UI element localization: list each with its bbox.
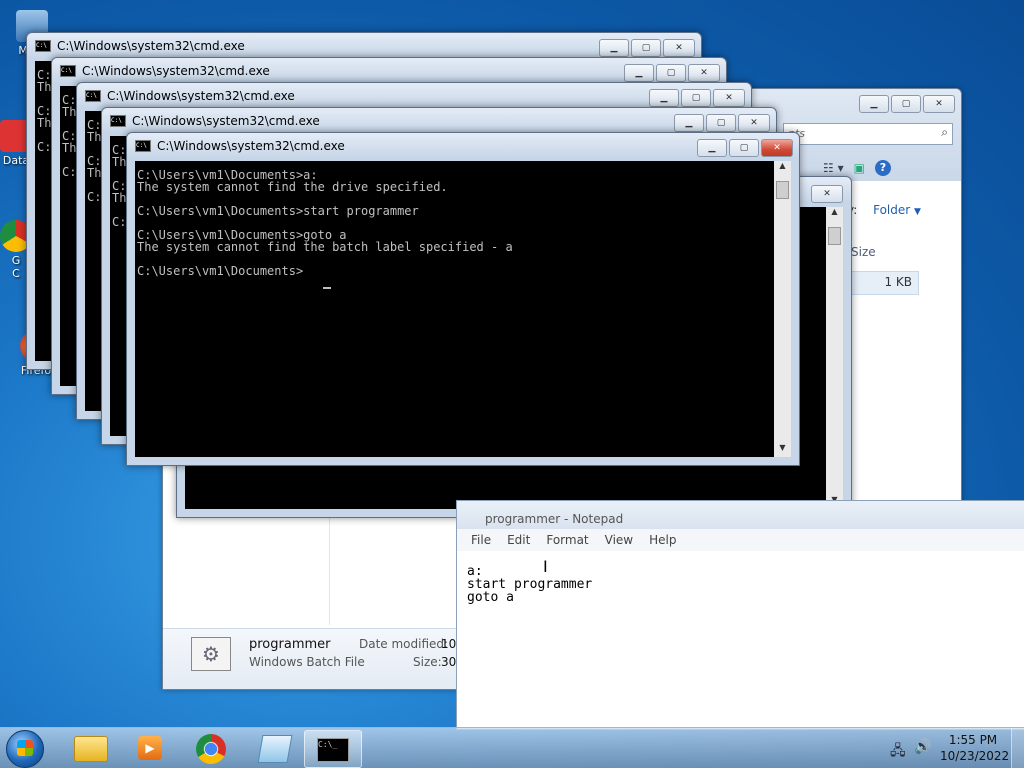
search-box[interactable]: nts ⌕ — [783, 123, 953, 145]
scroll-up-arrow[interactable]: ▲ — [774, 161, 791, 175]
close-button[interactable]: ✕ — [923, 95, 955, 113]
ibeam-cursor: I — [543, 557, 548, 576]
close-button[interactable]: ✕ — [738, 114, 770, 132]
minimize-button[interactable]: ▁ — [599, 39, 629, 57]
minimize-button[interactable]: ▁ — [859, 95, 889, 113]
scroll-thumb[interactable] — [776, 181, 789, 199]
maximize-button[interactable]: ▢ — [656, 64, 686, 82]
minimize-button[interactable]: ▁ — [624, 64, 654, 82]
start-button[interactable] — [6, 730, 44, 768]
details-size-label: Size: — [413, 655, 442, 669]
maximize-button[interactable]: ▢ — [631, 39, 661, 57]
cmd-icon: C:\_ — [317, 738, 349, 762]
maximize-button[interactable]: ▢ — [891, 95, 921, 113]
vertical-scrollbar[interactable]: ▲ ▼ — [774, 161, 791, 457]
search-icon: ⌕ — [941, 125, 948, 139]
nav-pane-divider — [329, 509, 330, 625]
cmd-icon: C:\ — [60, 65, 76, 77]
close-button[interactable]: ✕ — [761, 139, 793, 157]
menu-view[interactable]: View — [605, 533, 633, 547]
size-column-header[interactable]: Size — [851, 245, 876, 259]
desktop-icon-label: C — [12, 267, 20, 280]
scroll-down-arrow[interactable]: ▼ — [774, 443, 791, 457]
network-icon[interactable]: 🖧 — [890, 740, 906, 764]
help-icon[interactable]: ? — [874, 160, 891, 176]
window-title: C:\Windows\system32\cmd.exe — [57, 39, 245, 53]
minimize-button[interactable]: ▁ — [674, 114, 704, 132]
window-controls: ▁ ▢ ✕ — [674, 114, 770, 132]
window-controls: ▁ ▢ ✕ — [697, 139, 793, 157]
taskbar-cmd-button[interactable]: C:\_ — [304, 730, 362, 768]
chevron-down-icon: ▼ — [914, 207, 921, 217]
clock-date: 10/23/2022 — [940, 749, 1010, 763]
close-button[interactable]: ✕ — [688, 64, 720, 82]
folder-dropdown[interactable]: Folder — [873, 203, 910, 217]
text-cursor — [323, 287, 331, 289]
desktop-icon-label: G — [11, 254, 21, 267]
window-controls: ▁ ▢ ✕ — [599, 39, 695, 57]
cmd-icon: C:\ — [135, 140, 151, 152]
taskbar-chrome-button[interactable] — [184, 730, 240, 766]
window-title: C:\Windows\system32\cmd.exe — [82, 64, 270, 78]
explorer-window-controls: ▁ ▢ ✕ — [859, 95, 955, 113]
menu-edit[interactable]: Edit — [507, 533, 530, 547]
details-date-label: Date modified: — [359, 637, 449, 651]
menu-file[interactable]: File — [471, 533, 491, 547]
window-title: C:\Windows\system32\cmd.exe — [107, 89, 295, 103]
media-player-icon: ▶ — [138, 736, 162, 760]
window-title: C:\Windows\system32\cmd.exe — [157, 139, 345, 153]
maximize-button[interactable]: ▢ — [706, 114, 736, 132]
minimize-button[interactable]: ▁ — [697, 139, 727, 157]
maximize-button[interactable]: ▢ — [729, 139, 759, 157]
chrome-icon — [196, 734, 226, 764]
taskbar-media-player-button[interactable]: ▶ — [122, 730, 178, 766]
menu-format[interactable]: Format — [546, 533, 588, 547]
size-value: 1 KB — [884, 275, 912, 289]
taskbar-explorer-button[interactable] — [62, 730, 118, 766]
taskbar: ▶ C:\_ 🖧 🔊 1:55 PM 10/23/2022 — [0, 727, 1024, 768]
cmd-screen[interactable]: C:\Users\vm1\Documents>a: The system can… — [135, 161, 791, 457]
notepad-menu-bar: File Edit Format View Help — [457, 529, 1024, 551]
notepad-title-bar[interactable]: programmer - Notepad — [457, 501, 1024, 529]
notepad-title: programmer - Notepad — [485, 512, 624, 526]
cmd-icon: C:\ — [85, 90, 101, 102]
menu-help[interactable]: Help — [649, 533, 676, 547]
console-output: C:\Users\vm1\Documents>a: The system can… — [137, 168, 513, 278]
windows-logo-icon — [17, 740, 33, 756]
window-controls: ▁ ▢ ✕ — [649, 89, 745, 107]
details-size-value: 30 — [441, 655, 457, 669]
maximize-button[interactable]: ▢ — [681, 89, 711, 107]
volume-icon[interactable]: 🔊 — [914, 739, 931, 755]
cmd-icon: C:\ — [110, 115, 126, 127]
batch-file-icon: ⚙ — [191, 637, 231, 671]
folder-icon — [74, 736, 108, 762]
vertical-scrollbar[interactable]: ▲ ▼ — [826, 207, 843, 509]
notepad-window[interactable]: programmer - Notepad File Edit Format Vi… — [456, 500, 1024, 730]
show-desktop-button[interactable] — [1011, 728, 1024, 768]
preview-pane-icon[interactable]: ▣ — [854, 161, 865, 175]
window-controls: ✕ — [811, 185, 843, 203]
minimize-button[interactable]: ▁ — [649, 89, 679, 107]
window-controls: ▁ ▢ ✕ — [624, 64, 720, 82]
notepad-text-area[interactable]: a: start programmer goto a — [467, 565, 592, 604]
notepad-icon — [257, 735, 293, 763]
cmd-window-active[interactable]: C:\ C:\Windows\system32\cmd.exe ▁ ▢ ✕ C:… — [126, 132, 800, 466]
close-button[interactable]: ✕ — [713, 89, 745, 107]
clock[interactable]: 1:55 PM 10/23/2022 — [940, 732, 1010, 764]
close-button[interactable]: ✕ — [663, 39, 695, 57]
selected-row-highlight[interactable]: 1 KB — [849, 271, 919, 295]
cmd-icon: C:\ — [35, 40, 51, 52]
window-title: C:\Windows\system32\cmd.exe — [132, 114, 320, 128]
close-button[interactable]: ✕ — [811, 185, 843, 203]
clock-time: 1:55 PM — [948, 733, 998, 747]
details-name: programmer — [249, 637, 331, 652]
scroll-thumb[interactable] — [828, 227, 841, 245]
taskbar-notepad-button[interactable] — [246, 730, 302, 766]
details-type: Windows Batch File — [249, 655, 365, 669]
scroll-up-arrow[interactable]: ▲ — [826, 207, 843, 221]
view-options-icon[interactable]: ☷ ▾ — [823, 161, 844, 175]
